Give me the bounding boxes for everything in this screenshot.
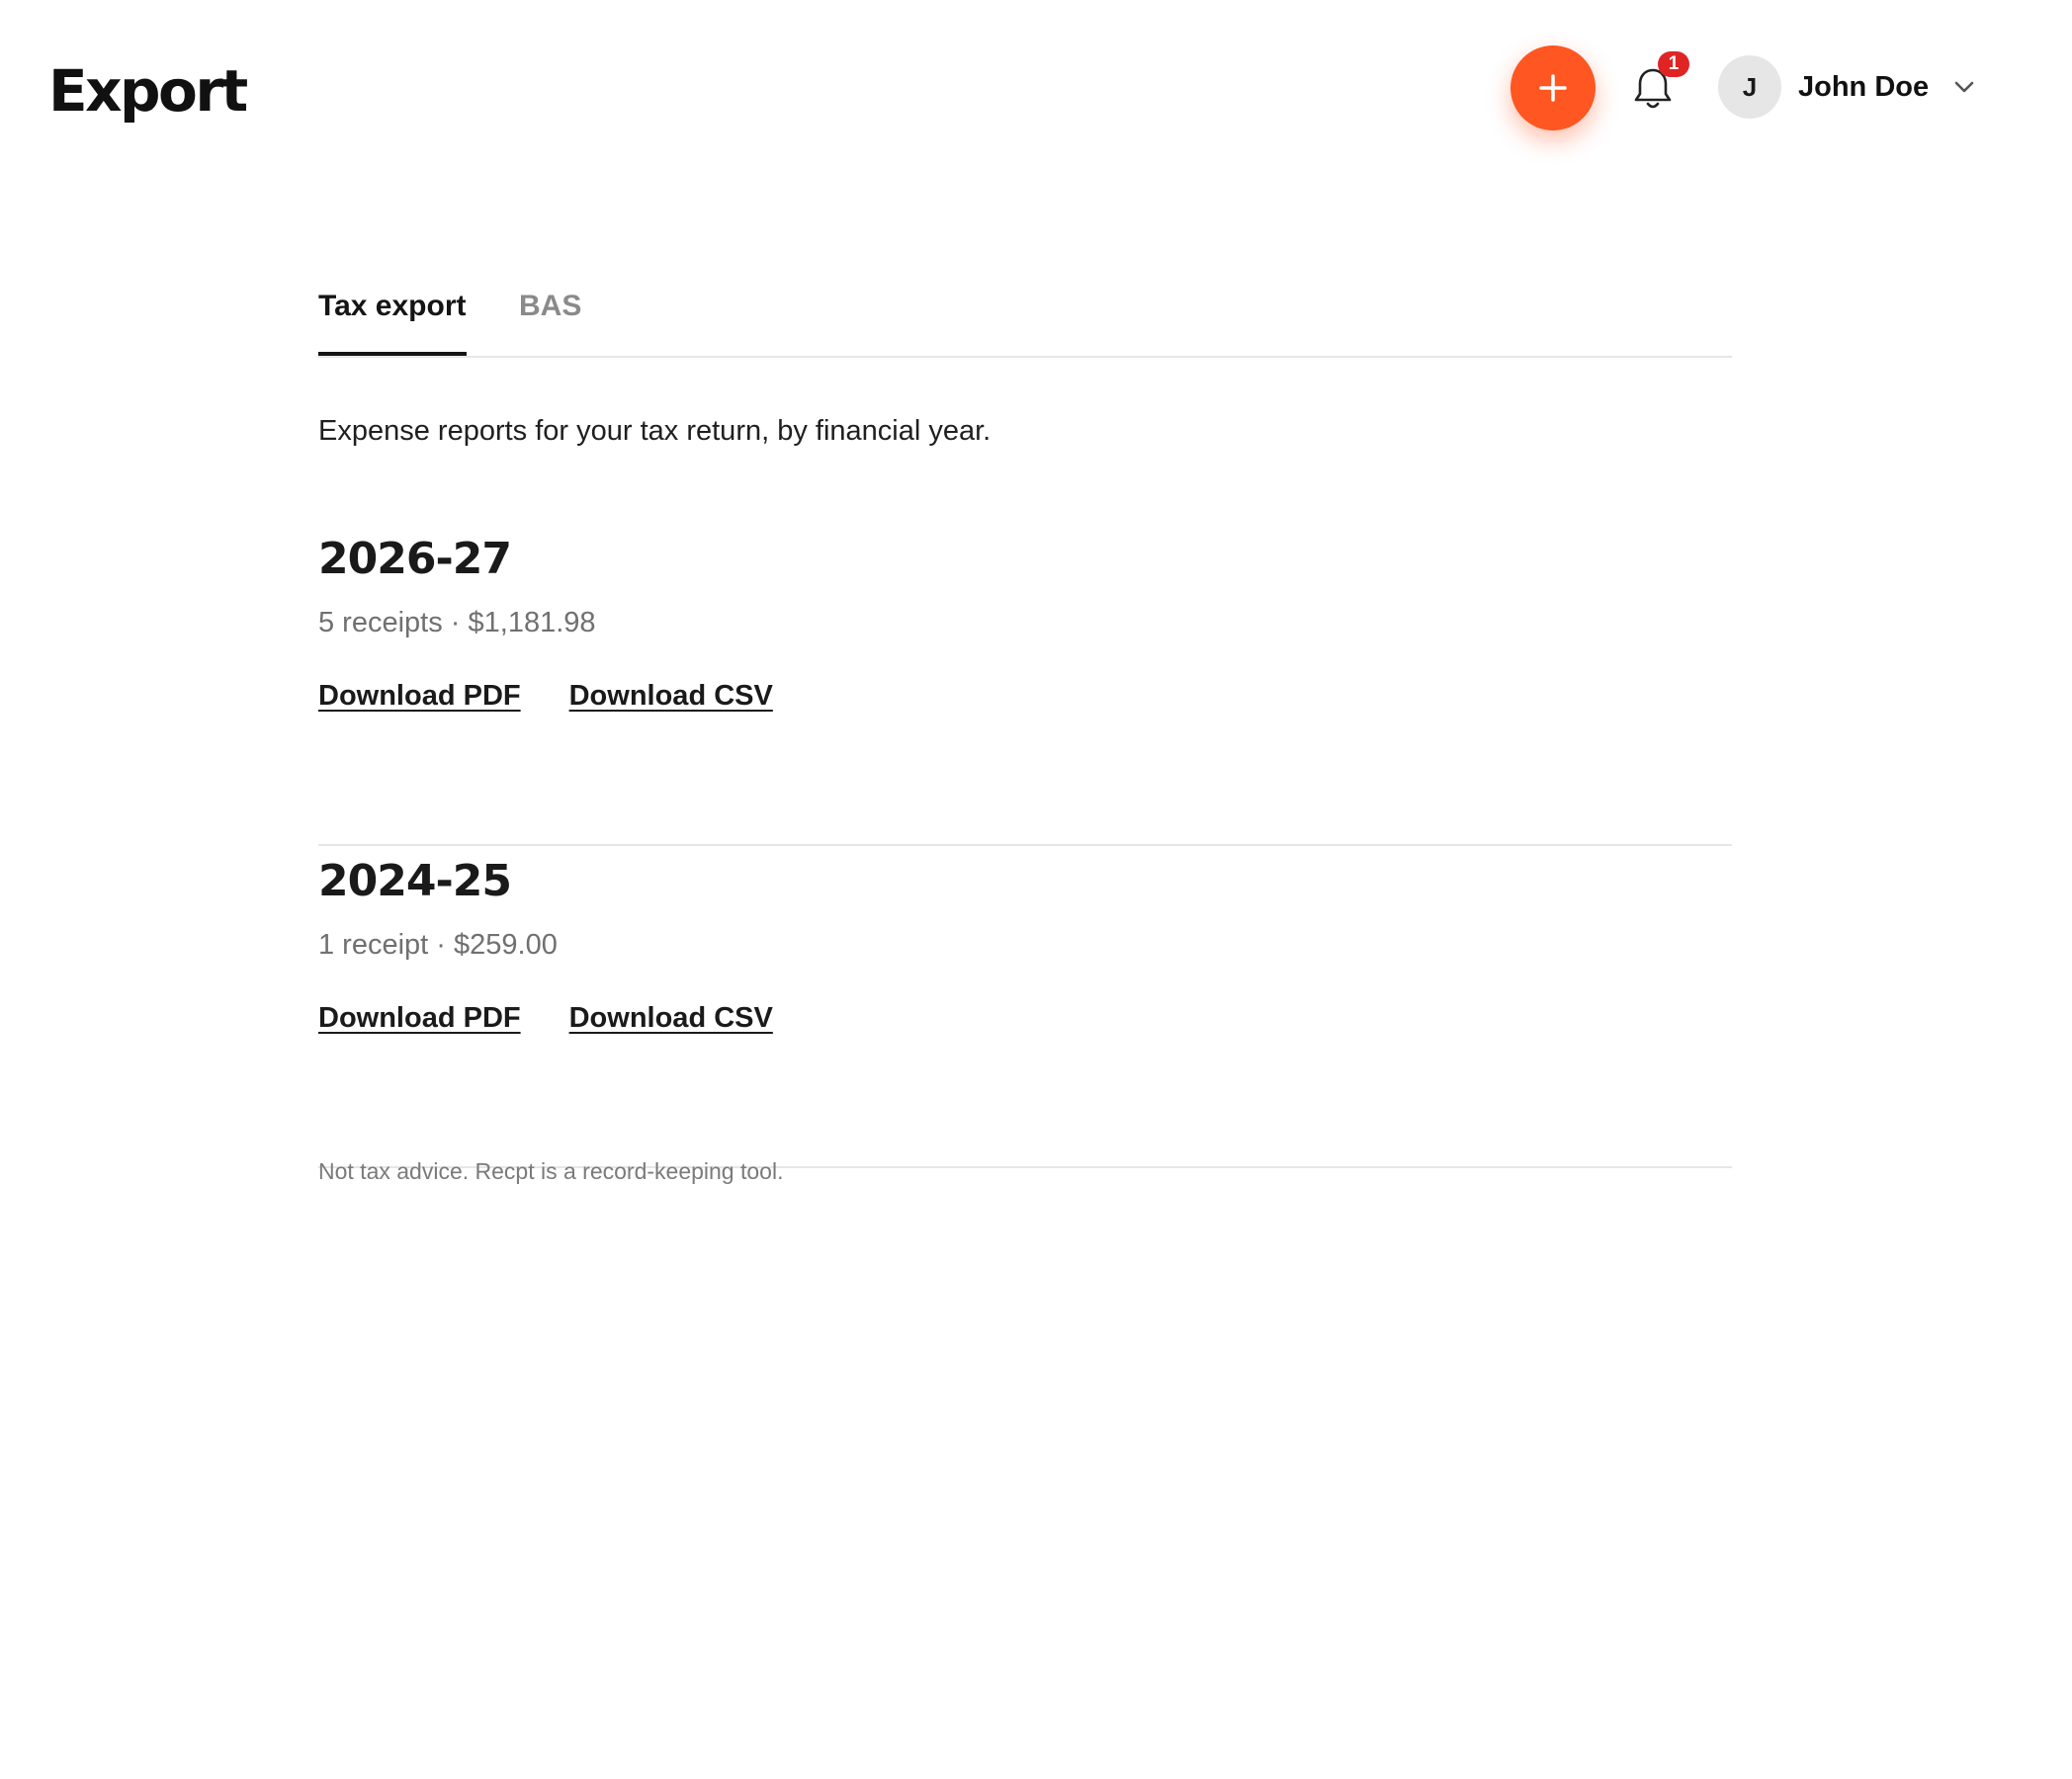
avatar: J bbox=[1718, 55, 1781, 119]
chevron-down-icon bbox=[1952, 75, 1976, 99]
tab-bas[interactable]: BAS bbox=[519, 283, 581, 356]
year-summary: 5 receipts · $1,181.98 bbox=[318, 607, 596, 638]
year-heading: 2026-27 bbox=[318, 534, 512, 584]
page-title: Export bbox=[48, 57, 248, 125]
download-csv-link[interactable]: Download CSV bbox=[569, 1002, 773, 1035]
download-csv-link[interactable]: Download CSV bbox=[569, 680, 773, 713]
intro-text: Expense reports for your tax return, by … bbox=[318, 415, 992, 447]
year-heading: 2024-25 bbox=[318, 856, 512, 906]
tab-bar: Tax export BAS bbox=[318, 283, 1732, 358]
notification-count-badge: 1 bbox=[1658, 51, 1689, 77]
tab-tax-export[interactable]: Tax export bbox=[318, 283, 467, 356]
plus-icon bbox=[1539, 74, 1567, 102]
add-receipt-button[interactable] bbox=[1511, 45, 1596, 130]
download-links: Download PDF Download CSV bbox=[318, 680, 773, 713]
user-name: John Doe bbox=[1798, 70, 1930, 103]
download-pdf-link[interactable]: Download PDF bbox=[318, 1002, 521, 1035]
disclaimer-text: Not tax advice. Recpt is a record-keepin… bbox=[318, 1158, 784, 1184]
year-summary: 1 receipt · $259.00 bbox=[318, 929, 558, 961]
user-menu[interactable]: J John Doe bbox=[1718, 55, 1976, 119]
download-pdf-link[interactable]: Download PDF bbox=[318, 680, 521, 713]
download-links: Download PDF Download CSV bbox=[318, 1002, 773, 1035]
financial-year-section: 2024-25 1 receipt · $259.00 Download PDF… bbox=[318, 852, 1732, 1168]
financial-year-section: 2026-27 5 receipts · $1,181.98 Download … bbox=[318, 530, 1732, 846]
